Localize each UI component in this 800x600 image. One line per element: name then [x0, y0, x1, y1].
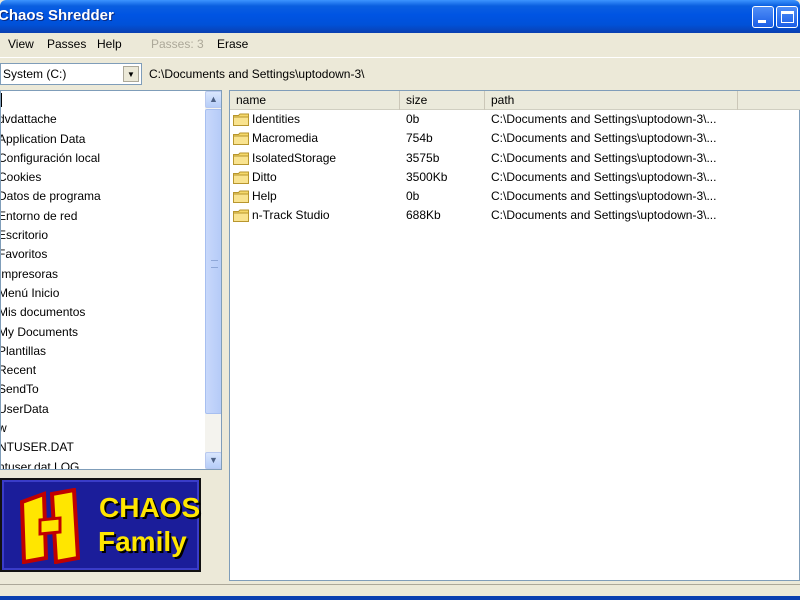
maximize-icon: [781, 11, 794, 23]
folder-icon: [233, 132, 249, 146]
logo-text-family: Family: [98, 526, 187, 557]
maximize-button[interactable]: [776, 6, 798, 28]
file-name: IsolatedStorage: [252, 150, 337, 165]
file-name: Ditto: [252, 169, 277, 184]
menu-view[interactable]: View: [8, 37, 34, 51]
file-name: n-Track Studio: [252, 208, 330, 223]
list-item[interactable]: SendTo: [1, 380, 205, 399]
file-size: 3500Kb: [406, 169, 448, 184]
chaos-family-logo: CHAOS Family: [0, 478, 201, 572]
file-size: 688Kb: [406, 208, 441, 223]
column-header-row: name size path: [230, 91, 800, 110]
column-header-path[interactable]: path: [485, 91, 738, 110]
minimize-button[interactable]: [752, 6, 774, 28]
table-row[interactable]: IsolatedStorage 3575b C:\Documents and S…: [230, 149, 800, 168]
menu-bar: View Passes Help Passes: 3 Erase: [0, 33, 800, 55]
file-name: Help: [252, 189, 277, 204]
list-item[interactable]: UserData: [1, 400, 205, 419]
list-item[interactable]: NTUSER.DAT: [1, 438, 205, 457]
list-item[interactable]: w: [1, 419, 205, 438]
scroll-down-icon[interactable]: ▼: [205, 452, 221, 469]
list-item[interactable]: My Documents: [1, 323, 205, 342]
text-cursor: [1, 93, 2, 107]
file-path: C:\Documents and Settings\uptodown-3\...: [491, 112, 717, 126]
column-header-size[interactable]: size: [400, 91, 485, 110]
scrollbar-thumb[interactable]: [205, 109, 221, 414]
file-name: Identities: [252, 112, 301, 126]
file-list-view: name size path Identities 0b C:\Document…: [229, 90, 800, 581]
menu-erase[interactable]: Erase: [217, 37, 248, 51]
minimize-icon: [758, 20, 766, 23]
logo-text-chaos: CHAOS: [99, 492, 201, 523]
table-row[interactable]: Help 0b C:\Documents and Settings\uptodo…: [230, 187, 800, 206]
file-rows: Identities 0b C:\Documents and Settings\…: [230, 110, 800, 226]
list-item[interactable]: Menú Inicio: [1, 284, 205, 303]
list-item[interactable]: Cookies: [1, 168, 205, 187]
folder-icon: [233, 209, 249, 223]
list-item[interactable]: Mis documentos: [1, 303, 205, 322]
list-item[interactable]: Configuración local: [1, 149, 205, 168]
drive-select[interactable]: System (C:) ▼: [0, 63, 142, 85]
drive-toolbar: System (C:) ▼ C:\Documents and Settings\…: [0, 57, 800, 87]
file-path: C:\Documents and Settings\uptodown-3\...: [491, 208, 717, 223]
window-title: Chaos Shredder: [0, 7, 114, 24]
grip-icon: [211, 260, 218, 268]
chevron-down-icon[interactable]: ▼: [123, 66, 139, 82]
list-item[interactable]: [1, 91, 205, 110]
file-size: 754b: [406, 131, 433, 146]
file-path: C:\Documents and Settings\uptodown-3\...: [491, 189, 717, 204]
file-name: Macromedia: [252, 131, 319, 146]
list-item[interactable]: Application Data: [1, 130, 205, 149]
file-size: 0b: [406, 112, 420, 126]
chaos-h-logo-icon: [19, 488, 81, 564]
list-item[interactable]: ntuser.dat.LOG: [1, 458, 205, 469]
folder-icon: [233, 113, 249, 126]
folder-list: dvdattache Application Data Configuració…: [1, 91, 205, 469]
column-header-name[interactable]: name: [230, 91, 400, 110]
menu-passes[interactable]: Passes: [47, 37, 86, 51]
folder-icon: [233, 171, 249, 184]
drive-select-value: System (C:): [3, 67, 67, 81]
app-window: Chaos Shredder View Passes Help Passes: …: [0, 0, 800, 600]
table-row[interactable]: Macromedia 754b C:\Documents and Setting…: [230, 129, 800, 148]
folder-icon: [233, 190, 249, 204]
list-item[interactable]: Plantillas: [1, 342, 205, 361]
list-item[interactable]: Favoritos: [1, 245, 205, 264]
current-path: C:\Documents and Settings\uptodown-3\: [149, 67, 365, 81]
file-path: C:\Documents and Settings\uptodown-3\...: [491, 169, 717, 184]
list-item[interactable]: Recent: [1, 361, 205, 380]
list-item[interactable]: Impresoras: [1, 265, 205, 284]
table-row[interactable]: n-Track Studio 688Kb C:\Documents and Se…: [230, 206, 800, 225]
list-item[interactable]: Escritorio: [1, 226, 205, 245]
menu-passes-count: Passes: 3: [151, 37, 204, 51]
file-path: C:\Documents and Settings\uptodown-3\...: [491, 150, 717, 165]
file-path: C:\Documents and Settings\uptodown-3\...: [491, 131, 717, 146]
window-frame-bottom: [0, 596, 800, 600]
list-item[interactable]: Datos de programa: [1, 187, 205, 206]
file-size: 0b: [406, 189, 420, 204]
scroll-up-icon[interactable]: ▲: [205, 91, 221, 108]
folder-list-scrollbar[interactable]: ▲ ▼: [205, 91, 221, 469]
table-row[interactable]: Ditto 3500Kb C:\Documents and Settings\u…: [230, 168, 800, 187]
menu-help[interactable]: Help: [97, 37, 122, 51]
folder-list-pane: dvdattache Application Data Configuració…: [0, 90, 222, 470]
folder-icon: [233, 152, 249, 165]
table-row[interactable]: Identities 0b C:\Documents and Settings\…: [230, 110, 800, 129]
title-bar[interactable]: Chaos Shredder: [0, 0, 800, 33]
list-item[interactable]: dvdattache: [1, 110, 205, 129]
list-item[interactable]: Entorno de red: [1, 207, 205, 226]
file-size: 3575b: [406, 150, 440, 165]
